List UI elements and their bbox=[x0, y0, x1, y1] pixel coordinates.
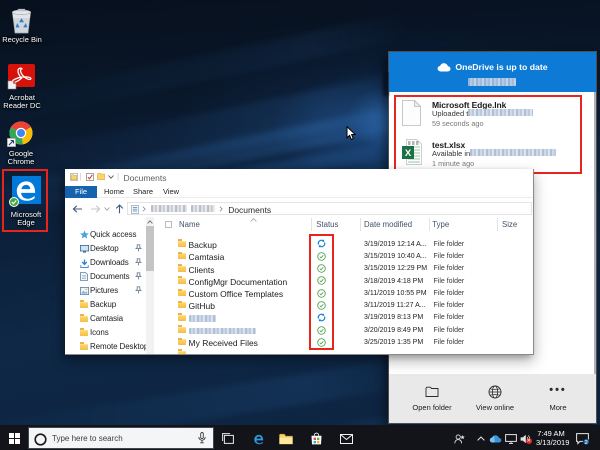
svg-text:2: 2 bbox=[584, 440, 587, 445]
